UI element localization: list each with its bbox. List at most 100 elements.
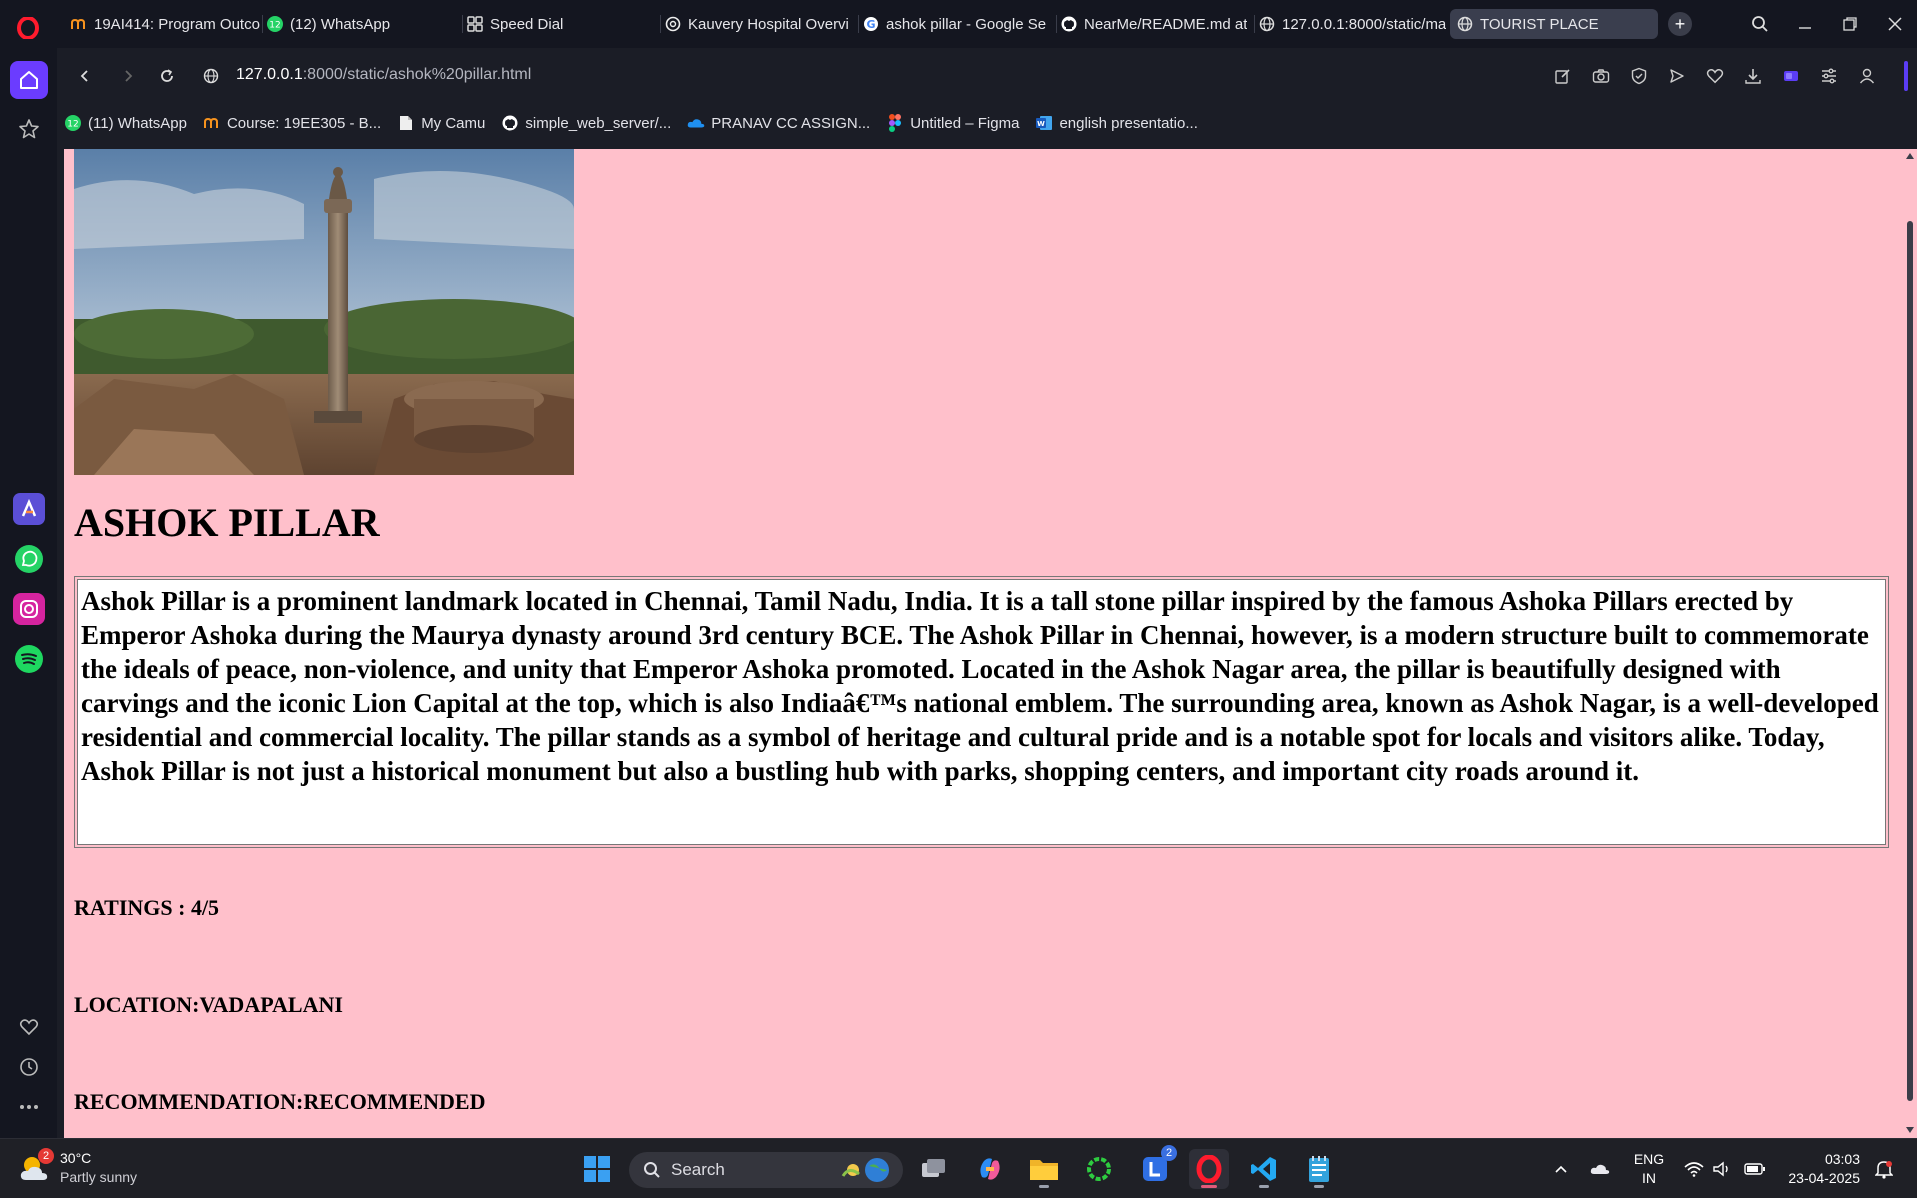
search-icon bbox=[643, 1161, 661, 1179]
volume-icon[interactable] bbox=[1710, 1157, 1734, 1181]
tab-whatsapp[interactable]: 12 (12) WhatsApp bbox=[262, 9, 454, 39]
more-icon[interactable] bbox=[10, 1088, 48, 1126]
moodle-icon bbox=[203, 114, 221, 132]
bookmark-english-presentation[interactable]: W english presentatio... bbox=[1035, 114, 1198, 132]
page-scrollbar[interactable] bbox=[1903, 149, 1917, 1138]
site-info-globe-icon[interactable] bbox=[198, 63, 224, 89]
sidebar-accent-bar bbox=[1904, 61, 1908, 91]
whatsapp-icon: 12 bbox=[266, 15, 284, 33]
back-icon[interactable] bbox=[72, 63, 98, 89]
page-title: ASHOK PILLAR bbox=[74, 500, 380, 545]
notification-bell-icon[interactable] bbox=[1872, 1157, 1896, 1181]
svg-text:12: 12 bbox=[67, 120, 78, 130]
svg-text:12: 12 bbox=[269, 21, 280, 31]
camera-icon[interactable] bbox=[1589, 64, 1613, 88]
favorite-heart-icon[interactable] bbox=[1703, 64, 1727, 88]
aria-icon[interactable] bbox=[10, 490, 48, 528]
shield-icon[interactable] bbox=[1627, 64, 1651, 88]
svg-text:G: G bbox=[866, 18, 875, 31]
start-windows-icon[interactable] bbox=[577, 1149, 617, 1189]
page-viewport[interactable]: ASHOK PILLAR Ashok Pillar is a prominent… bbox=[64, 149, 1903, 1138]
task-view-icon[interactable] bbox=[914, 1149, 954, 1189]
figma-icon bbox=[886, 114, 904, 132]
bookmark-figma[interactable]: Untitled – Figma bbox=[886, 114, 1019, 132]
svg-text:W: W bbox=[1038, 120, 1046, 128]
app-ring-icon[interactable] bbox=[1079, 1149, 1119, 1189]
moodle-icon bbox=[70, 15, 88, 33]
weather-badge: 2 bbox=[38, 1148, 54, 1164]
instagram-icon[interactable] bbox=[10, 590, 48, 628]
battery-icon[interactable] bbox=[1743, 1157, 1767, 1181]
bookmark-pranav-cc[interactable]: PRANAV CC ASSIGN... bbox=[687, 114, 870, 132]
easy-setup-icon[interactable] bbox=[1817, 64, 1841, 88]
extension-icon[interactable] bbox=[1779, 64, 1803, 88]
google-icon: G bbox=[862, 15, 880, 33]
onedrive-tray-icon[interactable] bbox=[1588, 1157, 1612, 1181]
scroll-up-icon[interactable] bbox=[1906, 153, 1914, 159]
description-table: Ashok Pillar is a prominent landmark loc… bbox=[74, 576, 1889, 848]
tab-speed-dial[interactable]: Speed Dial bbox=[462, 9, 652, 39]
vscode-icon[interactable] bbox=[1244, 1149, 1284, 1189]
star-icon[interactable] bbox=[10, 110, 48, 148]
weather-temp: 30°C bbox=[60, 1150, 92, 1166]
opera-sidebar bbox=[0, 48, 57, 1138]
spotify-icon[interactable] bbox=[10, 640, 48, 678]
address-bar: 127.0.0.1:8000/static/ashok%20pillar.htm… bbox=[64, 55, 1917, 97]
copilot-icon[interactable] bbox=[970, 1149, 1010, 1189]
speed-dial-icon bbox=[466, 15, 484, 33]
tab-google-search[interactable]: G ashok pillar - Google Se bbox=[858, 9, 1050, 39]
opera-logo-icon[interactable] bbox=[12, 12, 44, 44]
forward-icon[interactable] bbox=[115, 63, 141, 89]
file-explorer-icon[interactable] bbox=[1024, 1149, 1064, 1189]
ratings-text: RATINGS : 4/5 bbox=[74, 895, 220, 920]
scrollbar-thumb[interactable] bbox=[1907, 221, 1913, 1101]
download-icon[interactable] bbox=[1741, 64, 1765, 88]
wifi-icon[interactable] bbox=[1682, 1157, 1706, 1181]
weather-widget[interactable]: 2 30°C Partly sunny bbox=[18, 1148, 137, 1187]
tab-kauvery-hospital[interactable]: Kauvery Hospital Overvi bbox=[660, 9, 850, 39]
taskbar-search[interactable]: Search bbox=[629, 1152, 903, 1188]
tab-program-outcomes[interactable]: 19AI414: Program Outco bbox=[66, 9, 260, 39]
language-indicator[interactable]: ENG IN bbox=[1630, 1150, 1668, 1188]
bookmarks-bar: 12 (11) WhatsApp Course: 19EE305 - B... … bbox=[64, 105, 1917, 141]
bookmark-course[interactable]: Course: 19EE305 - B... bbox=[203, 114, 381, 132]
bookmark-whatsapp[interactable]: 12 (11) WhatsApp bbox=[64, 114, 187, 132]
system-clock[interactable]: 03:03 23-04-2025 bbox=[1780, 1150, 1860, 1188]
notepad-icon[interactable] bbox=[1299, 1149, 1339, 1189]
restore-icon[interactable] bbox=[1835, 10, 1865, 38]
tab-github-readme[interactable]: NearMe/README.md at bbox=[1056, 9, 1248, 39]
history-icon[interactable] bbox=[10, 1048, 48, 1086]
app-badge: 2 bbox=[1161, 1145, 1177, 1161]
github-icon bbox=[1060, 15, 1078, 33]
tab-search-icon[interactable] bbox=[1745, 10, 1775, 38]
document-icon bbox=[397, 114, 415, 132]
edit-icon[interactable] bbox=[1551, 64, 1575, 88]
search-highlight-earth-icon bbox=[839, 1156, 897, 1184]
chevron-up-icon[interactable] bbox=[1549, 1157, 1573, 1181]
github-icon bbox=[501, 114, 519, 132]
send-icon[interactable] bbox=[1665, 64, 1689, 88]
minimize-icon[interactable] bbox=[1790, 10, 1820, 38]
bookmark-simple-web-server[interactable]: simple_web_server/... bbox=[501, 114, 671, 132]
close-icon[interactable] bbox=[1880, 10, 1910, 38]
bookmark-my-camu[interactable]: My Camu bbox=[397, 114, 485, 132]
l-app-icon[interactable]: 2 bbox=[1135, 1145, 1177, 1189]
new-tab-button[interactable]: + bbox=[1668, 12, 1692, 36]
tab-local-static[interactable]: 127.0.0.1:8000/static/ma bbox=[1254, 9, 1448, 39]
onedrive-icon bbox=[687, 114, 705, 132]
partly-sunny-icon: 2 bbox=[18, 1148, 54, 1184]
profile-icon[interactable] bbox=[1855, 64, 1879, 88]
description-text: Ashok Pillar is a prominent landmark loc… bbox=[77, 579, 1886, 845]
scroll-down-icon[interactable] bbox=[1906, 1127, 1914, 1133]
whatsapp-icon[interactable] bbox=[10, 540, 48, 578]
reload-icon[interactable] bbox=[154, 63, 180, 89]
opera-taskbar-icon[interactable] bbox=[1189, 1149, 1229, 1189]
tab-tourist-place[interactable]: TOURIST PLACE bbox=[1450, 9, 1658, 39]
heart-icon[interactable] bbox=[10, 1008, 48, 1046]
whatsapp-icon: 12 bbox=[64, 114, 82, 132]
tab-strip: 19AI414: Program Outco 12 (12) WhatsApp … bbox=[0, 0, 1917, 48]
home-icon[interactable] bbox=[10, 61, 48, 99]
location-text: LOCATION:VADAPALANI bbox=[74, 992, 343, 1017]
url-field[interactable]: 127.0.0.1:8000/static/ashok%20pillar.htm… bbox=[236, 66, 531, 84]
word-icon: W bbox=[1035, 114, 1053, 132]
